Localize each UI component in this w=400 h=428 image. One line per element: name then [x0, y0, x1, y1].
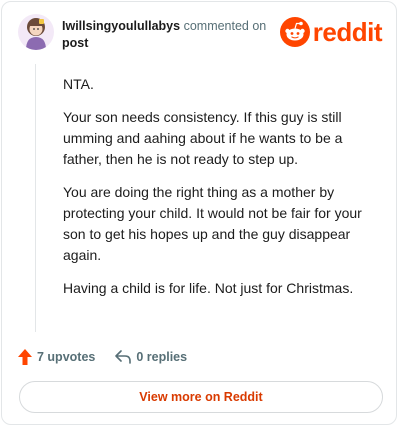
- commented-on-text: commented on: [183, 19, 267, 33]
- post-link[interactable]: post: [62, 35, 302, 52]
- upvote-button[interactable]: 7 upvotes: [18, 349, 95, 365]
- view-more-button[interactable]: View more on Reddit: [19, 381, 383, 413]
- avatar[interactable]: [18, 14, 54, 50]
- reddit-wordmark: reddit: [312, 17, 383, 47]
- reddit-logo-icon: [279, 17, 310, 47]
- comment-paragraph: You are doing the right thing as a mothe…: [63, 184, 362, 263]
- comment-meta: Iwillsingyoulullabys commented on post: [62, 18, 302, 52]
- comment-paragraph: Having a child is for life. Not just for…: [63, 280, 354, 296]
- comment-paragraph: NTA.: [63, 76, 94, 92]
- upvote-count: 7 upvotes: [37, 350, 96, 364]
- comment-embed-card: Iwillsingyoulullabys commented on post r…: [1, 1, 397, 425]
- reddit-logo[interactable]: reddit: [279, 16, 383, 48]
- reply-icon: [115, 350, 132, 364]
- comment-actions: 7 upvotes 0 replies: [18, 346, 187, 368]
- comment-body: NTA. Your son needs consistency. If this…: [63, 74, 375, 311]
- username-link[interactable]: Iwillsingyoulullabys: [62, 19, 180, 33]
- reply-count: 0 replies: [136, 350, 188, 364]
- comment-header: Iwillsingyoulullabys commented on post r…: [18, 14, 383, 54]
- upvote-arrow-icon: [18, 349, 32, 365]
- reply-button[interactable]: 0 replies: [115, 350, 187, 364]
- thread-line: [35, 64, 36, 332]
- comment-paragraph: Your son needs consistency. If this guy …: [63, 109, 343, 167]
